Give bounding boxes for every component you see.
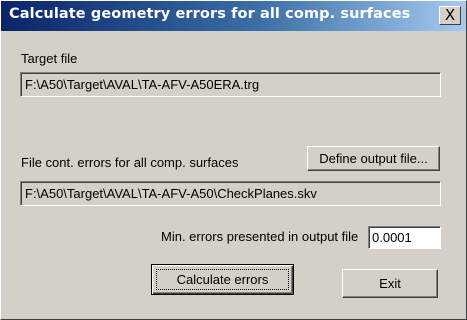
- min-errors-label: Min. errors presented in output file: [161, 229, 359, 244]
- title-bar[interactable]: Calculate geometry errors for all comp. …: [1, 1, 466, 31]
- calculate-errors-button[interactable]: Calculate errors: [151, 264, 294, 295]
- exit-label: Exit: [379, 276, 401, 291]
- exit-button[interactable]: Exit: [342, 269, 438, 298]
- min-errors-input[interactable]: 0.0001: [368, 226, 441, 249]
- close-icon: X: [444, 6, 456, 24]
- target-file-field: F:\A50\Target\AVAL\TA-AFV-A50ERA.trg: [20, 72, 441, 97]
- calculate-errors-label: Calculate errors: [176, 272, 269, 287]
- define-output-file-label: Define output file...: [319, 151, 428, 166]
- close-button[interactable]: X: [439, 6, 461, 25]
- dialog-window: Calculate geometry errors for all comp. …: [0, 0, 467, 320]
- target-file-label: Target file: [21, 51, 78, 66]
- define-output-file-button[interactable]: Define output file...: [307, 146, 440, 171]
- output-file-field: F:\A50\Target\AVAL\TA-AFV-A50\CheckPlane…: [20, 181, 441, 206]
- output-file-label: File cont. errors for all comp. surfaces: [21, 155, 239, 170]
- window-title: Calculate geometry errors for all comp. …: [9, 6, 411, 22]
